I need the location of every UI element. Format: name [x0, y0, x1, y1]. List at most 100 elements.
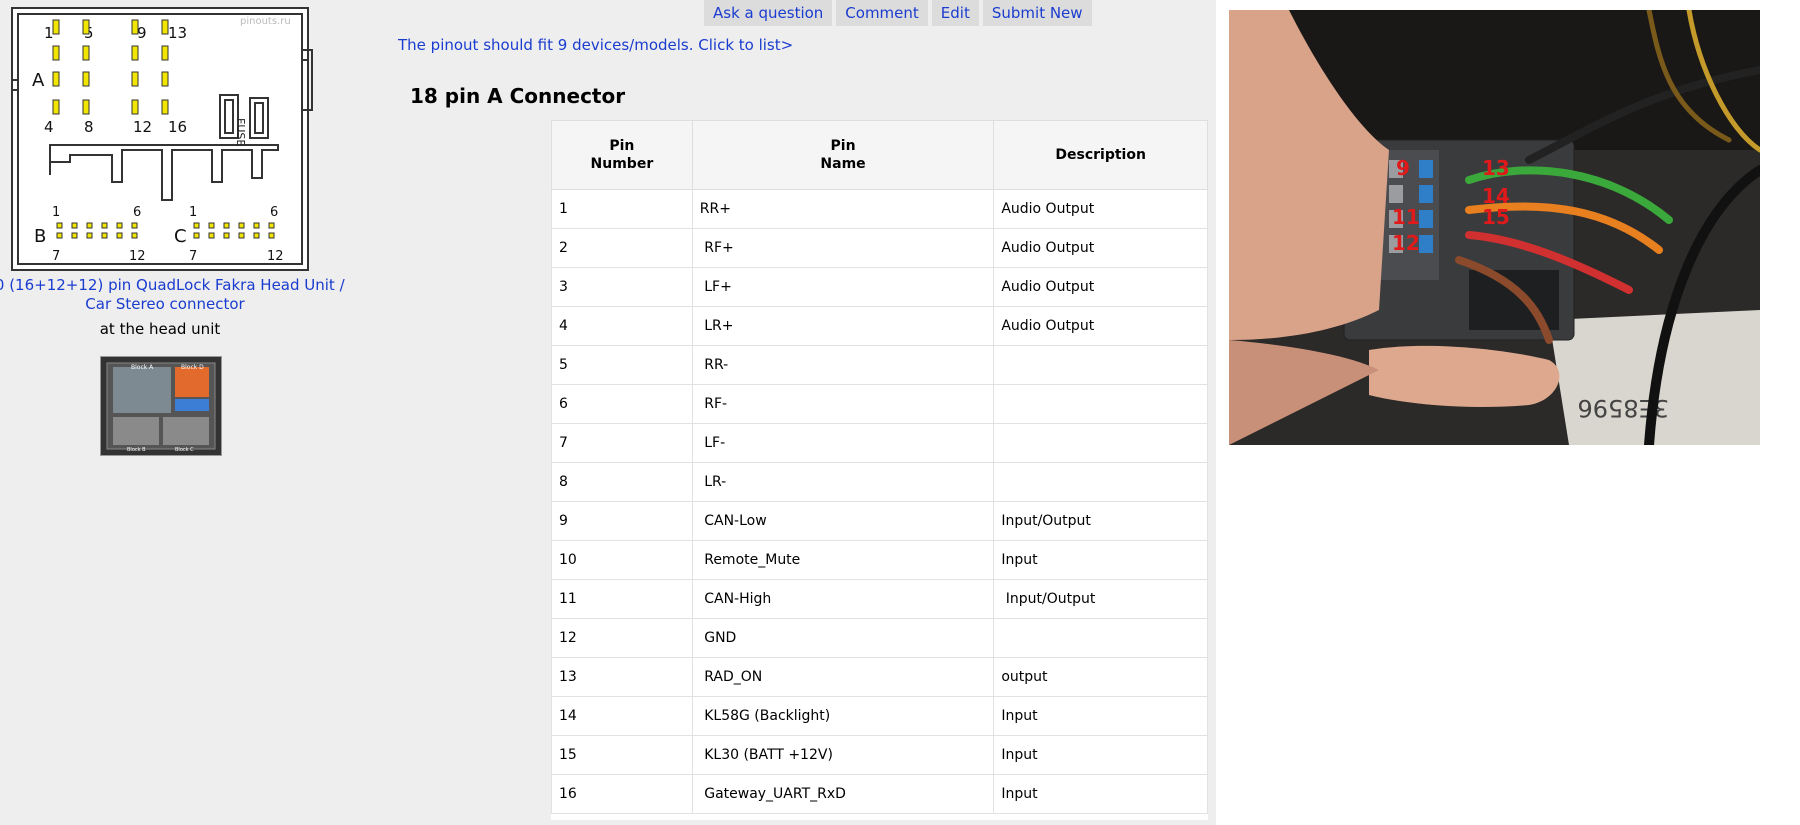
header-description: Description: [993, 120, 1208, 190]
pin-number-cell: 4: [551, 306, 693, 346]
pin-b-5: [116, 222, 123, 229]
ask-question-link[interactable]: Ask a question: [704, 0, 833, 26]
pin-a-6: [82, 45, 90, 61]
svg-text:Block D: Block D: [181, 364, 204, 371]
table-row: 10 Remote_Mute Input: [551, 540, 1208, 580]
pin-name-cell: KL58G (Backlight): [691, 696, 995, 736]
pin-description-cell: [993, 462, 1208, 502]
pin-a-3: [52, 71, 60, 87]
pin-description-cell: [993, 423, 1208, 463]
pin-a-2: [52, 45, 60, 61]
photo-label-15: 15: [1482, 205, 1510, 229]
pin-description-cell: Audio Output: [993, 267, 1208, 307]
pin-description-cell: [993, 384, 1208, 424]
pin-name-cell: LF-: [691, 423, 995, 463]
pin-name-cell: RR+: [691, 189, 995, 229]
pin-name-cell: LR+: [691, 306, 995, 346]
svg-text:1: 1: [44, 24, 54, 42]
pin-number-cell: 8: [551, 462, 693, 502]
pin-description-cell: Audio Output: [993, 228, 1208, 268]
svg-text:Block C: Block C: [175, 447, 194, 453]
pin-c-3: [223, 222, 230, 229]
thumbnail-image: Block A Block D Block B Block C: [101, 357, 221, 455]
pin-b-8: [71, 232, 78, 239]
pin-b-12: [131, 232, 138, 239]
svg-text:6: 6: [270, 205, 278, 220]
pin-name-cell: Remote_Mute: [691, 540, 995, 580]
connector-thumbnail[interactable]: Block A Block D Block B Block C: [100, 356, 222, 456]
device-list-link[interactable]: The pinout should fit 9 devices/models. …: [398, 36, 793, 54]
pin-c-4: [238, 222, 245, 229]
table-row: 6 RF-: [551, 384, 1208, 424]
submit-new-link[interactable]: Submit New: [982, 0, 1092, 26]
pin-description-cell: output: [993, 657, 1208, 697]
table-row: 2 RF+ Audio Output: [551, 228, 1208, 268]
pin-description-cell: Input/Output: [993, 579, 1208, 619]
pin-number-cell: 1: [551, 189, 693, 229]
svg-text:6: 6: [133, 205, 141, 220]
svg-text:Block B: Block B: [127, 447, 146, 453]
pin-description-cell: Input: [993, 774, 1208, 814]
table-row: 13 RAD_ON output: [551, 657, 1208, 697]
pin-c-8: [208, 232, 215, 239]
svg-text:12: 12: [267, 249, 284, 264]
table-row: 5 RR-: [551, 345, 1208, 385]
pin-c-2: [208, 222, 215, 229]
pin-number-cell: 13: [551, 657, 693, 697]
pin-c-5: [253, 222, 260, 229]
pin-name-cell: RAD_ON: [691, 657, 995, 697]
block-b-label: B: [34, 226, 46, 247]
pin-name-cell: RF+: [691, 228, 995, 268]
photo-label-12: 12: [1392, 231, 1420, 255]
pin-c-12: [268, 232, 275, 239]
pin-number-cell: 6: [551, 384, 693, 424]
pin-name-cell: CAN-Low: [691, 501, 995, 541]
pin-description-cell: Input: [993, 540, 1208, 580]
pin-description-cell: Audio Output: [993, 189, 1208, 229]
pin-description-cell: [993, 345, 1208, 385]
pin-a-4: [52, 99, 60, 115]
pin-number-cell: 12: [551, 618, 693, 658]
pin-description-cell: Audio Output: [993, 306, 1208, 346]
table-title: 18 pin A Connector: [410, 84, 626, 108]
pinout-table-container: Pin Number Pin Name Description 1 RR+ Audi…: [551, 120, 1208, 820]
svg-text:1: 1: [52, 205, 60, 220]
connector-caption-link[interactable]: 40 (16+12+12) pin QuadLock Fakra Head Un…: [0, 276, 350, 314]
pin-a-10: [131, 45, 139, 61]
photo-label-9: 9: [1396, 156, 1410, 180]
table-row: 8 LR-: [551, 462, 1208, 502]
block-a-label: A: [32, 70, 45, 91]
pin-number-cell: 16: [551, 774, 693, 814]
pin-name-cell: KL30 (BATT +12V): [691, 735, 995, 775]
pin-a-14: [161, 45, 169, 61]
table-row: 15 KL30 (BATT +12V) Input: [551, 735, 1208, 775]
pin-b-1: [56, 222, 63, 229]
svg-text:12: 12: [129, 249, 146, 264]
pin-b-6: [131, 222, 138, 229]
table-row: 14 KL58G (Backlight) Input: [551, 696, 1208, 736]
svg-text:Block A: Block A: [131, 364, 154, 371]
edit-link[interactable]: Edit: [931, 0, 979, 26]
pin-a-11: [131, 71, 139, 87]
svg-text:4: 4: [44, 118, 54, 136]
comment-link[interactable]: Comment: [836, 0, 928, 26]
pin-name-cell: LF+: [691, 267, 995, 307]
pin-number-cell: 3: [551, 267, 693, 307]
top-menu: Ask a question Comment Edit Submit New: [704, 0, 1092, 26]
connector-photo[interactable]: 3E8596 9 13 14 11 15 12: [1229, 10, 1760, 445]
pin-b-4: [101, 222, 108, 229]
pin-b-3: [86, 222, 93, 229]
pin-number-cell: 5: [551, 345, 693, 385]
table-row: 7 LF-: [551, 423, 1208, 463]
photo-label-11: 11: [1392, 205, 1420, 229]
pin-a-9: [131, 19, 139, 35]
location-text: at the head unit: [99, 320, 221, 338]
header-pin-name: Pin Name: [691, 120, 995, 190]
block-c-label: C: [174, 226, 187, 247]
table-row: 1 RR+ Audio Output: [551, 189, 1208, 229]
pin-number-cell: 9: [551, 501, 693, 541]
pin-description-cell: [993, 618, 1208, 658]
pin-b-9: [86, 232, 93, 239]
table-row: 4 LR+ Audio Output: [551, 306, 1208, 346]
svg-text:12: 12: [133, 118, 152, 136]
